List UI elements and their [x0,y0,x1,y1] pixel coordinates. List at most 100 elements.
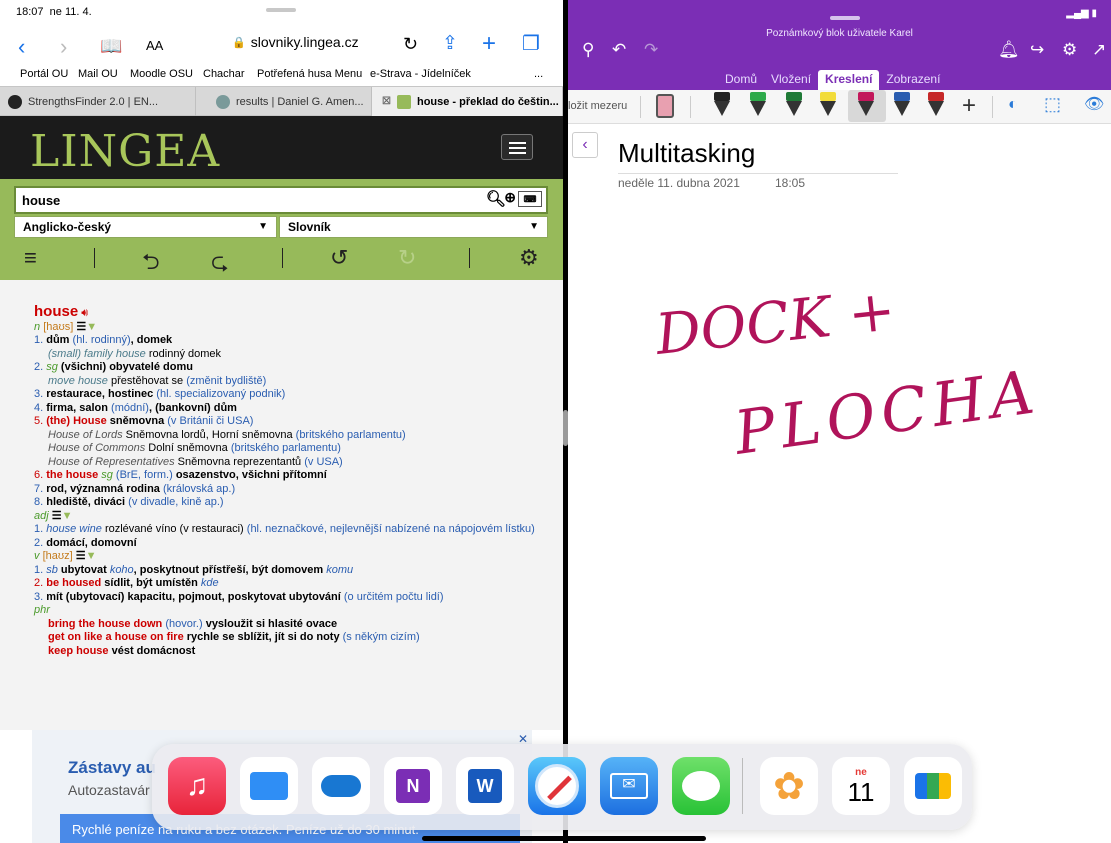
share-left-icon[interactable]: ⮌ [142,245,160,283]
ad-title[interactable]: Zástavy au [68,758,156,778]
calendar-app-icon[interactable]: ne 11 [832,757,890,815]
pen-magenta-icon[interactable] [858,92,874,118]
status-time: 18:07 [16,6,44,18]
lingea-header: LINGEA [0,116,563,179]
new-tab-icon[interactable]: + [482,32,496,56]
history-forward-icon[interactable]: ↻ [398,245,416,271]
lock-icon: 🔒 [232,36,246,49]
tab-home[interactable]: Domů [718,70,764,90]
lasso-icon[interactable]: ⬚ [1044,94,1061,115]
messages-app-icon[interactable] [672,757,730,815]
word-app-icon[interactable]: W [456,757,514,815]
ink-line-1: DOCK + [652,294,899,368]
search-icon[interactable]: 🔍︎ [486,189,506,209]
favicon-icon [396,94,411,109]
headword: house [34,303,79,320]
photos-app-icon[interactable]: ✿ [760,757,818,815]
add-pen-icon[interactable]: + [962,92,976,120]
site-menu-button[interactable] [501,134,533,160]
multitask-grabber[interactable] [266,8,296,12]
favorite-item[interactable]: Moodle OSU [130,68,193,80]
note-page[interactable]: ‹ Multitasking neděle 11. dubna 2021 18:… [568,124,1111,843]
address-bar[interactable]: 🔒 slovniky.lingea.cz [232,34,359,50]
tab-draw[interactable]: Kreslení [818,70,880,90]
favorite-item[interactable]: Portál OU [20,68,68,80]
fullscreen-icon[interactable]: ↗ [1092,40,1106,60]
music-app-icon[interactable]: ♫ [168,757,226,815]
favorite-more[interactable]: ... [534,68,543,80]
search-input[interactable]: house 🔍︎ ⊕ ⌨ [14,186,548,214]
favorites-bar: Portál OU Mail OU Moodle OSU Chachar Pot… [0,66,563,84]
highlighter-yellow-icon[interactable] [820,92,836,118]
tab-insert[interactable]: Vložení [764,70,818,90]
keyboard-icon[interactable]: ⌨ [518,191,542,207]
bell-icon[interactable]: 🔔︎ [998,40,1020,60]
favorite-item[interactable]: Mail OU [78,68,118,80]
view-icon[interactable]: 👁︎ [1084,94,1104,114]
pen-darkgreen-icon[interactable] [786,92,802,118]
tab-bar: StrengthsFinder 2.0 | EN... results | Da… [0,86,563,116]
share-right-icon[interactable]: ⮎ [211,245,229,283]
ink-drawing[interactable]: DOCK + PLOCHA [648,294,1068,524]
home-indicator[interactable] [422,836,706,841]
multitask-grabber[interactable] [830,16,860,20]
mail-app-icon[interactable]: ✉ [600,757,658,815]
redo-icon[interactable]: ↷ [644,40,658,60]
settings-gear-icon[interactable]: ⚙ [519,245,539,271]
pen-black-icon[interactable] [714,92,730,118]
ribbon-tabs: Domů Vložení Kreslení Zobrazení [718,70,947,90]
tabs-overview-icon[interactable]: ❐ [522,34,540,54]
forward-icon[interactable]: › [60,36,67,58]
pen-green-icon[interactable] [750,92,766,118]
dictionary-entry: house 🔊︎ n [haʊs] ☰▼ 1. dům (hl. rodinný… [34,303,535,657]
share-icon[interactable]: ↪ [1030,40,1044,60]
zoom-search-icon[interactable]: ⊕ [504,189,516,206]
search-panel: house 🔍︎ ⊕ ⌨ Anglicko-český ▼ Slovník ▼ ≡ … [0,179,563,280]
share-icon[interactable]: ⇪ [442,34,458,53]
history-icon[interactable]: ↺ [330,245,348,271]
ink-line-2: PLOCHA [729,357,1044,469]
settings-gear-icon[interactable]: ⚙ [1062,40,1077,60]
note-time: 18:05 [775,176,806,190]
calendar-date: 11 [847,776,875,807]
pen-red-icon[interactable] [928,92,944,118]
shapes-icon[interactable]: ◐ [1008,96,1018,114]
search-icon[interactable]: ⚲ [582,40,594,60]
onenote-app-icon[interactable]: N [384,757,442,815]
favicon-icon [8,94,22,109]
ipad-dock: ♫ N W ✉ ✿ ne 11 [152,744,972,830]
favorite-item[interactable]: e-Strava - Jídelníček [370,68,471,80]
meet-app-icon[interactable] [904,757,962,815]
calendar-day: ne [855,766,867,778]
onenote-window: Poznámkový blok uživatele Karel ▂▄▆ ▮ ⚲ … [568,0,1111,843]
url-text: slovniky.lingea.cz [250,34,359,50]
reload-icon[interactable]: ↻ [403,35,418,53]
back-icon[interactable]: ‹ [18,36,25,58]
onedrive-app-icon[interactable] [312,757,370,815]
files-app-icon[interactable] [240,757,298,815]
reader-aa-button[interactable]: AA [146,38,163,53]
speaker-icon[interactable]: 🔊︎ [81,307,88,319]
dictionary-select[interactable]: Anglicko-český ▼ [14,216,277,238]
eraser-icon[interactable] [656,94,674,118]
bookmarks-icon[interactable]: 📖 [100,37,122,55]
favorite-item[interactable]: Chachar [203,68,245,80]
safari-app-icon[interactable] [528,757,586,815]
favicon-icon [216,94,230,109]
status-icons: ▂▄▆ ▮ [1066,8,1097,19]
back-icon[interactable]: ‹ [572,132,598,158]
tab-results[interactable]: results | Daniel G. Amen... [196,87,372,116]
insert-space-button[interactable]: ložit mezeru [568,100,627,112]
type-select[interactable]: Slovník ▼ [279,216,548,238]
menu-icon[interactable]: ≡ [24,245,37,271]
tab-strengthsfinder[interactable]: StrengthsFinder 2.0 | EN... [0,87,196,116]
undo-icon[interactable]: ↶ [612,40,626,60]
pen-blue-icon[interactable] [894,92,910,118]
tab-view[interactable]: Zobrazení [879,70,947,90]
close-tab-icon[interactable]: ☒ [382,96,391,107]
favorite-item[interactable]: Potřefená husa Menu [257,68,362,80]
note-title[interactable]: Multitasking [618,138,755,169]
tab-house-lingea[interactable]: ☒ house - překlad do češtin... [372,87,563,116]
status-date: ne 11. 4. [49,6,92,18]
lingea-logo[interactable]: LINGEA [30,126,220,177]
